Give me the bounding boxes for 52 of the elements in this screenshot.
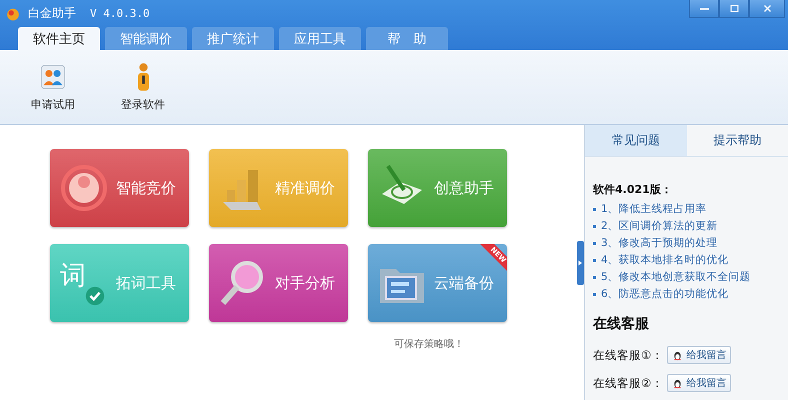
changelog-item: 5、修改本地创意获取不全问题	[601, 271, 751, 283]
person-icon	[138, 62, 148, 90]
toolbar-button[interactable]: 申请试用	[18, 50, 88, 124]
service-label: 在线客服②：	[593, 376, 664, 390]
toolbar-button[interactable]: 登录软件	[108, 50, 178, 124]
bullet-icon	[593, 224, 596, 228]
tile-label: 对手分析	[275, 274, 335, 292]
bullet-icon	[593, 292, 596, 296]
feature-tile[interactable]: 智能竞价	[50, 149, 189, 227]
message-button[interactable]: 给我留言	[667, 346, 732, 364]
tile-label: 创意助手	[434, 178, 494, 198]
panel-tab[interactable]: 常见问题	[585, 125, 686, 156]
nav-tab[interactable]: 应用工具	[279, 27, 361, 50]
nav-tab[interactable]: 软件主页	[18, 27, 100, 50]
changelog-title: 软件4.021版：	[593, 182, 673, 197]
bullet-icon	[593, 276, 596, 279]
feature-tile[interactable]: 创意助手	[368, 149, 507, 227]
collapse-handle[interactable]	[576, 240, 584, 284]
people-icon	[39, 62, 67, 90]
bullet-icon	[593, 242, 596, 245]
nav-tab[interactable]: 智能调价	[105, 27, 187, 50]
tile-note: 可保存策略哦！	[394, 338, 464, 351]
bullet-icon	[593, 258, 596, 262]
window-title: 白金助手	[28, 5, 76, 22]
tile-label: 拓词工具	[116, 274, 176, 292]
penguin-icon	[672, 378, 684, 388]
bullet-icon	[593, 208, 596, 211]
calligraphy-glyph: 词	[60, 263, 86, 289]
changelog-item: 2、区间调价算法的更新	[601, 220, 718, 232]
changelog-item: 3、修改高于预期的处理	[601, 237, 718, 249]
check-icon	[85, 286, 105, 306]
close-icon	[762, 4, 772, 13]
minimize-icon	[700, 8, 708, 10]
nav-tab[interactable]: 帮 助	[366, 27, 448, 50]
changelog-item: 1、降低主线程占用率	[601, 203, 707, 215]
penguin-icon	[672, 350, 684, 360]
tile-label: 精准调价	[275, 178, 335, 198]
maximize-button[interactable]	[719, 0, 749, 18]
changelog-item: 6、防恶意点击的功能优化	[601, 288, 729, 300]
nav-tab[interactable]: 推广统计	[192, 27, 274, 50]
app-logo-icon	[6, 6, 20, 20]
message-button[interactable]: 给我留言	[667, 374, 732, 392]
feature-tile[interactable]: 对手分析	[209, 244, 348, 322]
version-label: V 4.0.3.0	[90, 7, 150, 20]
maximize-icon	[730, 4, 738, 13]
close-button[interactable]	[749, 0, 785, 18]
tile-label: 云端备份	[434, 274, 494, 292]
service-label: 在线客服①：	[593, 348, 664, 362]
changelog-item: 4、获取本地排名时的优化	[601, 254, 729, 266]
tile-label: 智能竞价	[116, 178, 176, 198]
minimize-button[interactable]	[689, 0, 719, 18]
section-title: 在线客服	[593, 315, 650, 333]
